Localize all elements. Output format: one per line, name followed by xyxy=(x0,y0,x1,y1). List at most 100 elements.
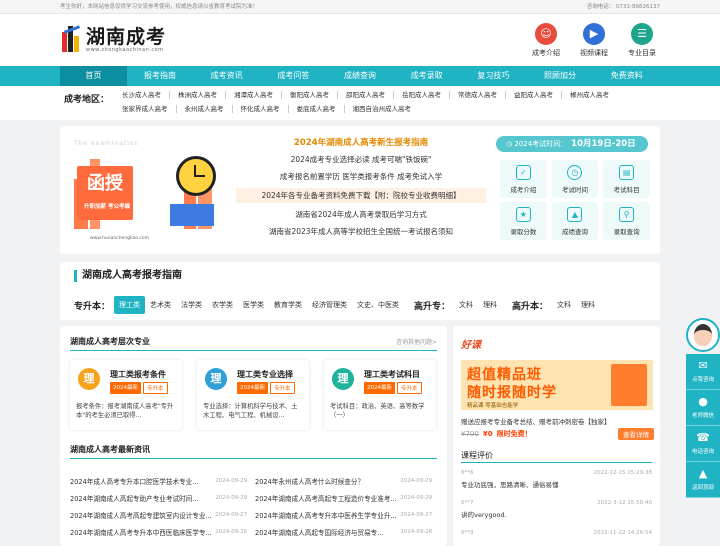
news-date: 2024-09-26 xyxy=(400,528,433,535)
region-link[interactable]: 株洲成人高考 xyxy=(170,91,226,99)
review-text: 专业功底强，思路清晰、通俗易懂 xyxy=(461,481,559,489)
nav-score[interactable]: 成绩查询 xyxy=(327,66,394,86)
books-icon xyxy=(170,204,214,226)
reviews-title: 课程评价 xyxy=(461,451,493,460)
tile-scores[interactable]: ★ 录取分数 xyxy=(500,202,547,240)
guide-section: 湖南成人高考报考指南 专升本： 理工类 艺术类 法学类 农学类 医学类 教育学类… xyxy=(60,262,660,320)
guide-tab[interactable]: 农学类 xyxy=(207,296,238,314)
float-top-button[interactable]: ▲ 返回顶部 xyxy=(686,462,720,498)
guide-tab[interactable]: 经济管理类 xyxy=(307,296,352,314)
new-price: ¥0 xyxy=(482,430,493,438)
chat-icon: ✉ xyxy=(698,359,708,372)
major-char-icon: 理 xyxy=(205,368,227,390)
guide-tab[interactable]: 医学类 xyxy=(238,296,269,314)
region-link[interactable]: 邵阳成人高考 xyxy=(338,91,394,99)
nav-news[interactable]: 成考资讯 xyxy=(193,66,260,86)
tile-intro[interactable]: ✓ 成考介绍 xyxy=(500,160,547,198)
quick-link-label: 成考介绍 xyxy=(532,48,560,57)
nav-guide[interactable]: 报考指南 xyxy=(127,66,194,86)
region-link[interactable]: 张家界成人高考 xyxy=(122,105,177,113)
region-link[interactable]: 益阳成人高考 xyxy=(506,91,562,99)
site-logo[interactable]: 湖南成考 www.zhongkaochinan.com xyxy=(60,25,166,54)
guide-tab[interactable]: 文科 xyxy=(552,296,576,314)
course-detail-button[interactable]: 查看详情 xyxy=(618,428,654,440)
guide-tab[interactable]: 文科 xyxy=(454,296,478,314)
float-consult-button[interactable]: ✉ 点我咨询 xyxy=(686,354,720,390)
chart-icon: ▲ xyxy=(567,206,583,222)
region-link[interactable]: 郴州成人高考 xyxy=(562,91,617,99)
exam-time-value: 10月19日-20日 xyxy=(571,139,636,149)
gzz-label: 高升专： xyxy=(414,301,451,312)
quick-link-intro[interactable]: ☺ 成考介绍 xyxy=(528,22,564,58)
major-card[interactable]: 理 理工类考试科目 2024最新 专升本 考试科目：政治、英语、高等数学（一） xyxy=(324,360,436,430)
region-link[interactable]: 常德成人高考 xyxy=(450,91,506,99)
major-card[interactable]: 理 理工类报考条件 2024最新 专升本 报考条件：报考湖南成人高考"专升本"的考… xyxy=(70,360,182,430)
region-link[interactable]: 湘潭成人高考 xyxy=(226,91,282,99)
news-link[interactable]: 2024年湖南成人高考专升本中西医临床医学专... xyxy=(70,527,215,537)
region-link[interactable]: 永州成人高考 xyxy=(177,105,233,113)
logo-url: www.zhongkaochinan.com xyxy=(86,47,164,53)
region-link[interactable]: 长沙成人高考 xyxy=(122,91,170,99)
guide-tab[interactable]: 理科 xyxy=(478,296,502,314)
guide-tab[interactable]: 法学类 xyxy=(176,296,207,314)
quick-links: ☺ 成考介绍 ▶ 视频课程 ☰ 专业目录 xyxy=(528,22,660,58)
guide-tab[interactable]: 理科 xyxy=(576,296,600,314)
float-phone-button[interactable]: ☎ 电话咨询 xyxy=(686,426,720,462)
region-link[interactable]: 岳阳成人高考 xyxy=(394,91,450,99)
tile-exam-time[interactable]: ◷ 考试时间 xyxy=(551,160,599,198)
nav-qa[interactable]: 成考问答 xyxy=(260,66,327,86)
book-icon: ☰ xyxy=(631,22,653,45)
news-link[interactable]: 2024年成人高考专升本口腔医学技术专业... xyxy=(70,476,215,486)
news-link[interactable]: 2024年湖南成人高起专国际经济与贸易专... xyxy=(255,527,400,537)
tile-label: 成绩查询 xyxy=(561,227,588,236)
nav-materials[interactable]: 免费资料 xyxy=(593,66,660,86)
majors-more-link[interactable]: 咨询其他问题> xyxy=(396,337,437,346)
banner-link[interactable]: 湖南省2024年成人高考录取后学习方式 xyxy=(236,209,486,220)
region-link[interactable]: 怀化成人高考 xyxy=(233,105,289,113)
banner-link[interactable]: 成考报名前置学历 医学类报考条件 成考免试入学 xyxy=(236,171,486,182)
tile-subjects[interactable]: ▤ 考试科目 xyxy=(603,160,650,198)
banner-main-link[interactable]: 2024年湖南成人高考新生报考指南 xyxy=(236,136,486,148)
news-date: 2024-09-29 xyxy=(215,494,248,501)
nav-home[interactable]: 首页 xyxy=(60,66,127,86)
news-link[interactable]: 2024年湖南成人高考高起专建筑室内设计专业... xyxy=(70,510,215,520)
course-title: 好课 xyxy=(461,340,481,351)
banner-highlight-link[interactable]: 2024年各专业备考资料免费下载【附：院校专业收费明细】 xyxy=(236,188,486,203)
course-image[interactable]: 超值精品班 随时报随时学 精品课 零基础也能学 xyxy=(461,360,653,410)
tile-admission-query[interactable]: ⚲ 录取查询 xyxy=(603,202,650,240)
main-nav: 首页 报考指南 成考资讯 成考问答 成绩查询 成考录取 复习技巧 照顾加分 免费… xyxy=(0,66,720,86)
nav-tips[interactable]: 复习技巧 xyxy=(460,66,527,86)
guide-tab[interactable]: 艺术类 xyxy=(145,296,176,314)
news-link[interactable]: 2024年湖南成人高考专升本中医养生学专业升... xyxy=(255,510,400,520)
region-bar: 成考地区： 长沙成人高考 株洲成人高考 湘潭成人高考 衡阳成人高考 邵阳成人高考… xyxy=(0,86,720,120)
major-card[interactable]: 理 理工类专业选择 2024最新 专升本 专业选择：计算机科学与技术、土木工程、电… xyxy=(197,360,309,430)
float-wechat-button[interactable]: ● 老师微信 xyxy=(686,390,720,426)
tile-score-query[interactable]: ▲ 成绩查询 xyxy=(551,202,599,240)
advisor-avatar[interactable] xyxy=(686,318,720,352)
banner-link[interactable]: 2024成考专业选择必读 成考可喘"铁饭碗" xyxy=(236,154,486,165)
nav-admission[interactable]: 成考录取 xyxy=(393,66,460,86)
region-link[interactable]: 娄底成人高考 xyxy=(289,105,345,113)
news-link[interactable]: 2024年湖南成人高起专助产专业考试时间... xyxy=(70,493,215,503)
float-label: 返回顶部 xyxy=(691,485,714,491)
topbar-notice: 考生你好，本网站信息仅供学习交流参考使用，权威信息请以省教育考试院为准！ xyxy=(60,4,259,10)
news-link[interactable]: 2024年湖南成人高考高起专工程造价专业准考... xyxy=(255,493,400,503)
wechat-icon: ● xyxy=(698,395,708,408)
region-link[interactable]: 衡阳成人高考 xyxy=(282,91,338,99)
book-stack-icon xyxy=(611,364,647,406)
news-date: 2024-09-27 xyxy=(215,511,248,518)
news-link[interactable]: 2024年永州成人高考什么时候查分？ xyxy=(255,476,400,486)
promo-image[interactable]: The examination 函授 升职加薪 考公考编 www.hunanch… xyxy=(74,140,224,243)
guide-tab[interactable]: 文史、中医类 xyxy=(352,296,404,314)
quick-link-majors[interactable]: ☰ 专业目录 xyxy=(624,22,660,58)
review-text: 讲的verygood. xyxy=(461,511,507,519)
nav-bonus[interactable]: 照顾加分 xyxy=(527,66,594,86)
banner-link[interactable]: 湖南省2023年成人高等学校招生全国统一考试报名须知 xyxy=(236,226,486,237)
tag-level: 专升本 xyxy=(270,382,295,394)
region-row-2: 张家界成人高考 永州成人高考 怀化成人高考 娄底成人高考 湘西自治州成人高考 xyxy=(122,102,656,116)
topbar-phone: 咨询电话： 0731-89826137 xyxy=(586,4,660,10)
guide-tab[interactable]: 理工类 xyxy=(114,296,146,314)
guide-tab[interactable]: 教育学类 xyxy=(269,296,307,314)
region-link[interactable]: 湘西自治州成人高考 xyxy=(345,105,420,113)
quick-link-video[interactable]: ▶ 视频课程 xyxy=(576,22,612,58)
